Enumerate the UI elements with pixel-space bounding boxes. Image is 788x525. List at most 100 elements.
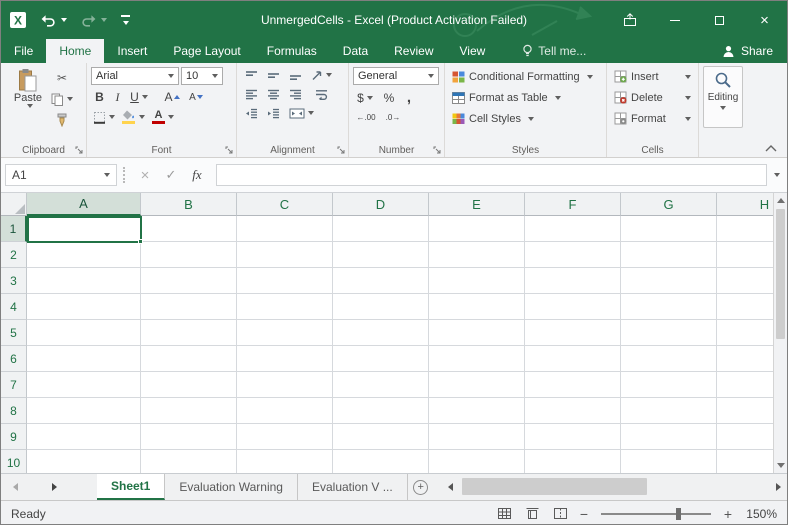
underline-button[interactable]: U — [127, 88, 151, 106]
align-bottom-button[interactable] — [285, 66, 305, 84]
insert-cells-button[interactable]: Insert — [611, 67, 694, 86]
page-layout-view-button[interactable] — [521, 504, 543, 524]
cell-F3[interactable] — [525, 268, 621, 294]
sheet-tab-evaluation-2[interactable]: Evaluation V ... — [298, 474, 408, 500]
clipboard-dialog-launcher[interactable] — [75, 146, 84, 155]
align-center-button[interactable] — [263, 85, 283, 103]
row-header-2[interactable]: 2 — [1, 242, 27, 268]
column-header-G[interactable]: G — [621, 193, 717, 216]
column-header-D[interactable]: D — [333, 193, 429, 216]
cell-C9[interactable] — [237, 424, 333, 450]
cell-F8[interactable] — [525, 398, 621, 424]
cell-E4[interactable] — [429, 294, 525, 320]
decrease-font-size-button[interactable]: A — [185, 88, 207, 106]
selected-cell-A1[interactable] — [27, 216, 142, 243]
format-as-table-button[interactable]: Format as Table — [449, 88, 602, 107]
orientation-button[interactable] — [311, 66, 332, 84]
zoom-out-button[interactable]: − — [577, 506, 591, 522]
cell-H5[interactable] — [717, 320, 775, 346]
redo-button[interactable] — [81, 14, 107, 27]
cell-C6[interactable] — [237, 346, 333, 372]
number-format-combo[interactable]: General — [353, 67, 439, 85]
sheet-tab-evaluation-warning[interactable]: Evaluation Warning — [165, 474, 298, 500]
cell-F5[interactable] — [525, 320, 621, 346]
page-break-preview-button[interactable] — [549, 504, 571, 524]
cell-E7[interactable] — [429, 372, 525, 398]
cell-H8[interactable] — [717, 398, 775, 424]
cell-H2[interactable] — [717, 242, 775, 268]
cell-A6[interactable] — [27, 346, 141, 372]
cell-D2[interactable] — [333, 242, 429, 268]
cell-D7[interactable] — [333, 372, 429, 398]
cell-G1[interactable] — [621, 216, 717, 242]
copy-button[interactable] — [51, 90, 73, 108]
cell-D10[interactable] — [333, 450, 429, 473]
increase-indent-button[interactable] — [263, 104, 283, 122]
vertical-scroll-thumb[interactable] — [776, 209, 785, 339]
scroll-left-button[interactable] — [444, 474, 458, 500]
scroll-down-button[interactable] — [774, 458, 787, 473]
align-middle-button[interactable] — [263, 66, 283, 84]
cell-F6[interactable] — [525, 346, 621, 372]
delete-cells-button[interactable]: Delete — [611, 88, 694, 107]
customize-qat-button[interactable] — [121, 15, 130, 25]
cell-D5[interactable] — [333, 320, 429, 346]
sheet-tab-sheet1[interactable]: Sheet1 — [97, 474, 165, 500]
tab-home[interactable]: Home — [46, 39, 104, 63]
vertical-scrollbar[interactable] — [773, 193, 787, 473]
cell-B1[interactable] — [141, 216, 237, 242]
row-header-1[interactable]: 1 — [1, 216, 27, 242]
cell-B7[interactable] — [141, 372, 237, 398]
row-header-9[interactable]: 9 — [1, 424, 27, 450]
cell-G4[interactable] — [621, 294, 717, 320]
number-dialog-launcher[interactable] — [433, 146, 442, 155]
row-header-7[interactable]: 7 — [1, 372, 27, 398]
tab-review[interactable]: Review — [381, 39, 446, 63]
tab-formulas[interactable]: Formulas — [254, 39, 330, 63]
fill-handle[interactable] — [138, 239, 143, 244]
cell-H7[interactable] — [717, 372, 775, 398]
accounting-format-button[interactable]: $ — [353, 89, 377, 107]
row-header-5[interactable]: 5 — [1, 320, 27, 346]
cell-F1[interactable] — [525, 216, 621, 242]
cell-G7[interactable] — [621, 372, 717, 398]
cell-E6[interactable] — [429, 346, 525, 372]
fill-color-button[interactable] — [119, 108, 147, 126]
cell-D1[interactable] — [333, 216, 429, 242]
column-header-E[interactable]: E — [429, 193, 525, 216]
font-color-button[interactable]: A — [149, 108, 177, 126]
cell-F2[interactable] — [525, 242, 621, 268]
cell-H1[interactable] — [717, 216, 775, 242]
increase-font-size-button[interactable]: A — [161, 88, 183, 106]
column-header-C[interactable]: C — [237, 193, 333, 216]
cell-F7[interactable] — [525, 372, 621, 398]
cell-E10[interactable] — [429, 450, 525, 473]
cell-B3[interactable] — [141, 268, 237, 294]
italic-button[interactable]: I — [110, 88, 125, 106]
cell-A2[interactable] — [27, 242, 141, 268]
cut-button[interactable]: ✂ — [51, 69, 73, 87]
cell-C10[interactable] — [237, 450, 333, 473]
cell-C5[interactable] — [237, 320, 333, 346]
insert-function-button[interactable]: fx — [184, 164, 210, 186]
cell-B9[interactable] — [141, 424, 237, 450]
tab-file[interactable]: File — [1, 39, 46, 63]
cell-B2[interactable] — [141, 242, 237, 268]
row-header-8[interactable]: 8 — [1, 398, 27, 424]
cell-D4[interactable] — [333, 294, 429, 320]
close-button[interactable]: × — [742, 1, 787, 39]
decrease-decimal-button[interactable]: .0→ — [381, 108, 405, 126]
scroll-up-button[interactable] — [774, 193, 787, 208]
cell-E3[interactable] — [429, 268, 525, 294]
cell-A5[interactable] — [27, 320, 141, 346]
name-box[interactable]: A1 — [5, 164, 117, 186]
zoom-slider-thumb[interactable] — [676, 508, 681, 520]
cell-G10[interactable] — [621, 450, 717, 473]
cell-C1[interactable] — [237, 216, 333, 242]
expand-formula-bar-button[interactable] — [767, 164, 783, 186]
cell-A8[interactable] — [27, 398, 141, 424]
align-top-button[interactable] — [241, 66, 261, 84]
bold-button[interactable]: B — [91, 88, 108, 106]
maximize-button[interactable] — [697, 1, 742, 39]
cell-G5[interactable] — [621, 320, 717, 346]
